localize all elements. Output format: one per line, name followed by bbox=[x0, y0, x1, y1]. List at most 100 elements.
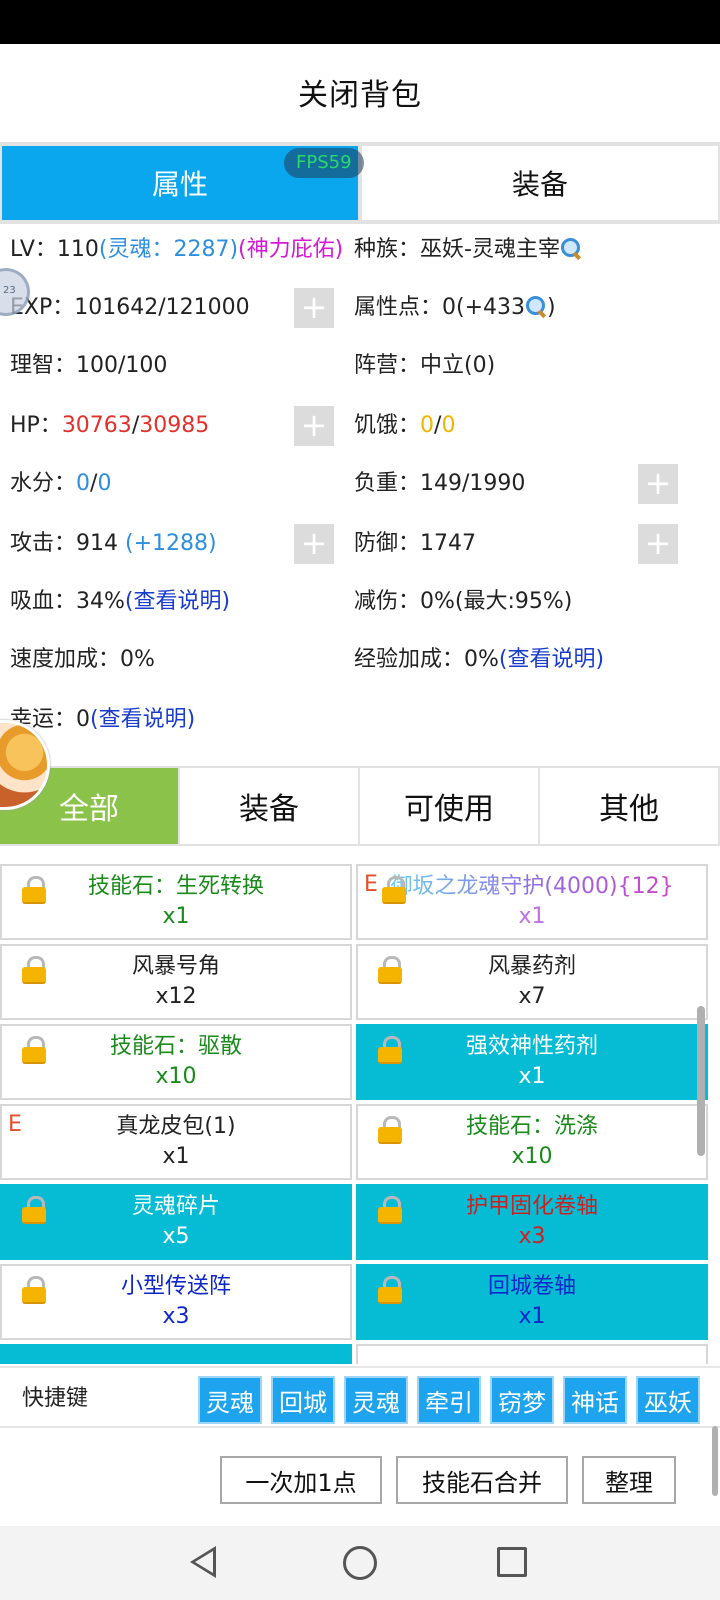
inventory-item[interactable]: 技能石：洗涤 x10 bbox=[356, 1104, 708, 1180]
item-name: 御坂之龙魂守护(4000){12} bbox=[390, 872, 673, 902]
inventory-item[interactable]: 技能石：驱散 x10 bbox=[0, 1024, 352, 1100]
level-label: LV： bbox=[10, 237, 57, 262]
filter-tab-other[interactable]: 其他 bbox=[540, 768, 720, 844]
hp-plus-button[interactable]: + bbox=[294, 406, 334, 446]
inventory-item-partial[interactable] bbox=[0, 1344, 352, 1364]
sanity-value: 100/100 bbox=[76, 353, 168, 378]
inventory-scrollbar[interactable] bbox=[697, 1006, 705, 1156]
lock-icon[interactable] bbox=[22, 956, 48, 984]
luck-info-link[interactable]: (查看说明) bbox=[90, 707, 195, 732]
lock-icon[interactable] bbox=[378, 956, 404, 984]
lock-icon[interactable] bbox=[22, 1276, 48, 1304]
exp-bonus-label: 经验加成： bbox=[354, 647, 465, 672]
stat-camp: 阵营：中立(0) bbox=[354, 346, 495, 386]
inventory-item-selected[interactable]: 灵魂碎片 x5 bbox=[0, 1184, 352, 1260]
inventory-item-selected[interactable]: 强效神性药剂 x1 bbox=[356, 1024, 708, 1100]
item-quantity: x12 bbox=[155, 984, 197, 1009]
shortcut-button-lich[interactable]: 巫妖 bbox=[636, 1376, 700, 1424]
fps-badge: FPS59 bbox=[284, 148, 364, 178]
stat-attack: 攻击：914 (+1288) bbox=[10, 524, 217, 564]
item-quantity: x1 bbox=[162, 1144, 190, 1169]
filter-tab-usable[interactable]: 可使用 bbox=[360, 768, 540, 844]
shortcut-button-soul[interactable]: 灵魂 bbox=[198, 1376, 262, 1424]
sort-button[interactable]: 整理 bbox=[582, 1456, 676, 1504]
stat-hp: HP：30763/30985 bbox=[10, 406, 209, 446]
lock-icon[interactable] bbox=[22, 1196, 48, 1224]
top-tabs: 属性 装备 FPS59 bbox=[0, 142, 720, 224]
shortcut-label: 快捷键 bbox=[22, 1386, 89, 1411]
stat-race: 种族：巫妖-灵魂主宰 bbox=[354, 230, 582, 270]
shortcut-button-myth[interactable]: 神话 bbox=[563, 1376, 627, 1424]
defense-label: 防御： bbox=[354, 531, 421, 556]
item-name: 灵魂碎片 bbox=[131, 1194, 220, 1219]
shortcut-button-return[interactable]: 回城 bbox=[271, 1376, 335, 1424]
item-name: 风暴号角 bbox=[131, 954, 220, 979]
item-quantity: x1 bbox=[518, 1064, 546, 1089]
close-bag-button[interactable]: 关闭背包 bbox=[298, 70, 422, 114]
lock-icon[interactable] bbox=[22, 1036, 48, 1064]
equipped-mark: E bbox=[364, 872, 378, 897]
leech-info-link[interactable]: (查看说明) bbox=[125, 589, 230, 614]
action-scrollbar[interactable] bbox=[712, 1426, 718, 1496]
shortcut-button-soul-2[interactable]: 灵魂 bbox=[344, 1376, 408, 1424]
item-quantity: x7 bbox=[518, 984, 546, 1009]
exp-bonus-info-link[interactable]: (查看说明) bbox=[499, 647, 604, 672]
item-name: 风暴药剂 bbox=[487, 954, 576, 979]
shortcut-button-pull[interactable]: 牵引 bbox=[417, 1376, 481, 1424]
stat-speed-bonus: 速度加成：0% bbox=[10, 640, 155, 680]
item-name: 技能石：生死转换 bbox=[87, 874, 264, 899]
status-bar bbox=[0, 0, 720, 44]
inventory-item[interactable]: 小型传送阵 x3 bbox=[0, 1264, 352, 1340]
shortcut-bar: 快捷键 灵魂 回城 灵魂 牵引 窃梦 神话 巫妖 bbox=[0, 1366, 720, 1426]
inventory-item[interactable]: 技能石：生死转换 x1 bbox=[0, 864, 352, 940]
recent-apps-icon[interactable] bbox=[497, 1547, 527, 1577]
water-max: 0 bbox=[97, 471, 112, 496]
stat-attr-points: 属性点：0(+433) bbox=[354, 288, 556, 328]
defense-value: 1747 bbox=[420, 531, 477, 556]
item-quantity: x1 bbox=[518, 1304, 546, 1329]
soul-value: (灵魂：2287) bbox=[98, 237, 239, 262]
attr-points-label: 属性点： bbox=[354, 295, 443, 320]
inventory-item-selected[interactable]: 回城卷轴 x1 bbox=[356, 1264, 708, 1340]
load-plus-button[interactable]: + bbox=[638, 464, 678, 504]
camp-label: 阵营： bbox=[354, 353, 421, 378]
inventory-item[interactable]: E 真龙皮包(1) x1 bbox=[0, 1104, 352, 1180]
filter-tab-equipment[interactable]: 装备 bbox=[180, 768, 360, 844]
item-quantity: x10 bbox=[155, 1064, 197, 1089]
exp-plus-button[interactable]: + bbox=[294, 288, 334, 328]
lock-icon[interactable] bbox=[378, 1196, 404, 1224]
shortcut-button-dream-steal[interactable]: 窃梦 bbox=[490, 1376, 554, 1424]
tab-equipment[interactable]: 装备 bbox=[360, 144, 720, 222]
item-name: 护甲固化卷轴 bbox=[465, 1194, 598, 1219]
magnifier-icon[interactable] bbox=[560, 237, 582, 259]
race-label: 种族： bbox=[354, 237, 421, 262]
inventory-item[interactable]: 风暴号角 x12 bbox=[0, 944, 352, 1020]
inventory-item[interactable]: E 御坂之龙魂守护(4000){12} x1 bbox=[356, 864, 708, 940]
hp-label: HP： bbox=[10, 413, 62, 438]
inventory-item-selected[interactable]: 护甲固化卷轴 x3 bbox=[356, 1184, 708, 1260]
item-name: 真龙皮包(1) bbox=[116, 1114, 236, 1139]
magnifier-icon[interactable] bbox=[525, 295, 547, 317]
add-one-point-button[interactable]: 一次加1点 bbox=[220, 1456, 382, 1504]
back-icon[interactable] bbox=[190, 1546, 216, 1578]
hunger-current: 0 bbox=[420, 413, 435, 438]
stats-panel: LV：110(灵魂：2287)(神力庇佑) 种族：巫妖-灵魂主宰 EXP：101… bbox=[0, 226, 720, 766]
home-icon[interactable] bbox=[343, 1546, 377, 1580]
lock-icon[interactable] bbox=[378, 1036, 404, 1064]
inventory-item[interactable]: 风暴药剂 x7 bbox=[356, 944, 708, 1020]
lock-icon[interactable] bbox=[378, 1276, 404, 1304]
lock-icon[interactable] bbox=[378, 1116, 404, 1144]
merge-skill-stones-button[interactable]: 技能石合并 bbox=[396, 1456, 568, 1504]
stat-level: LV：110(灵魂：2287)(神力庇佑) bbox=[10, 230, 343, 270]
attack-value: 914 bbox=[76, 531, 119, 556]
lock-icon[interactable] bbox=[22, 876, 48, 904]
defense-plus-button[interactable]: + bbox=[638, 524, 678, 564]
lock-icon[interactable] bbox=[382, 876, 408, 904]
item-name: 小型传送阵 bbox=[120, 1274, 231, 1299]
inventory-item-partial[interactable] bbox=[356, 1344, 708, 1364]
leech-value: 34% bbox=[76, 589, 125, 614]
load-label: 负重： bbox=[354, 471, 421, 496]
level-value: 110 bbox=[56, 237, 99, 262]
attack-plus-button[interactable]: + bbox=[294, 524, 334, 564]
item-quantity: x3 bbox=[162, 1304, 190, 1329]
